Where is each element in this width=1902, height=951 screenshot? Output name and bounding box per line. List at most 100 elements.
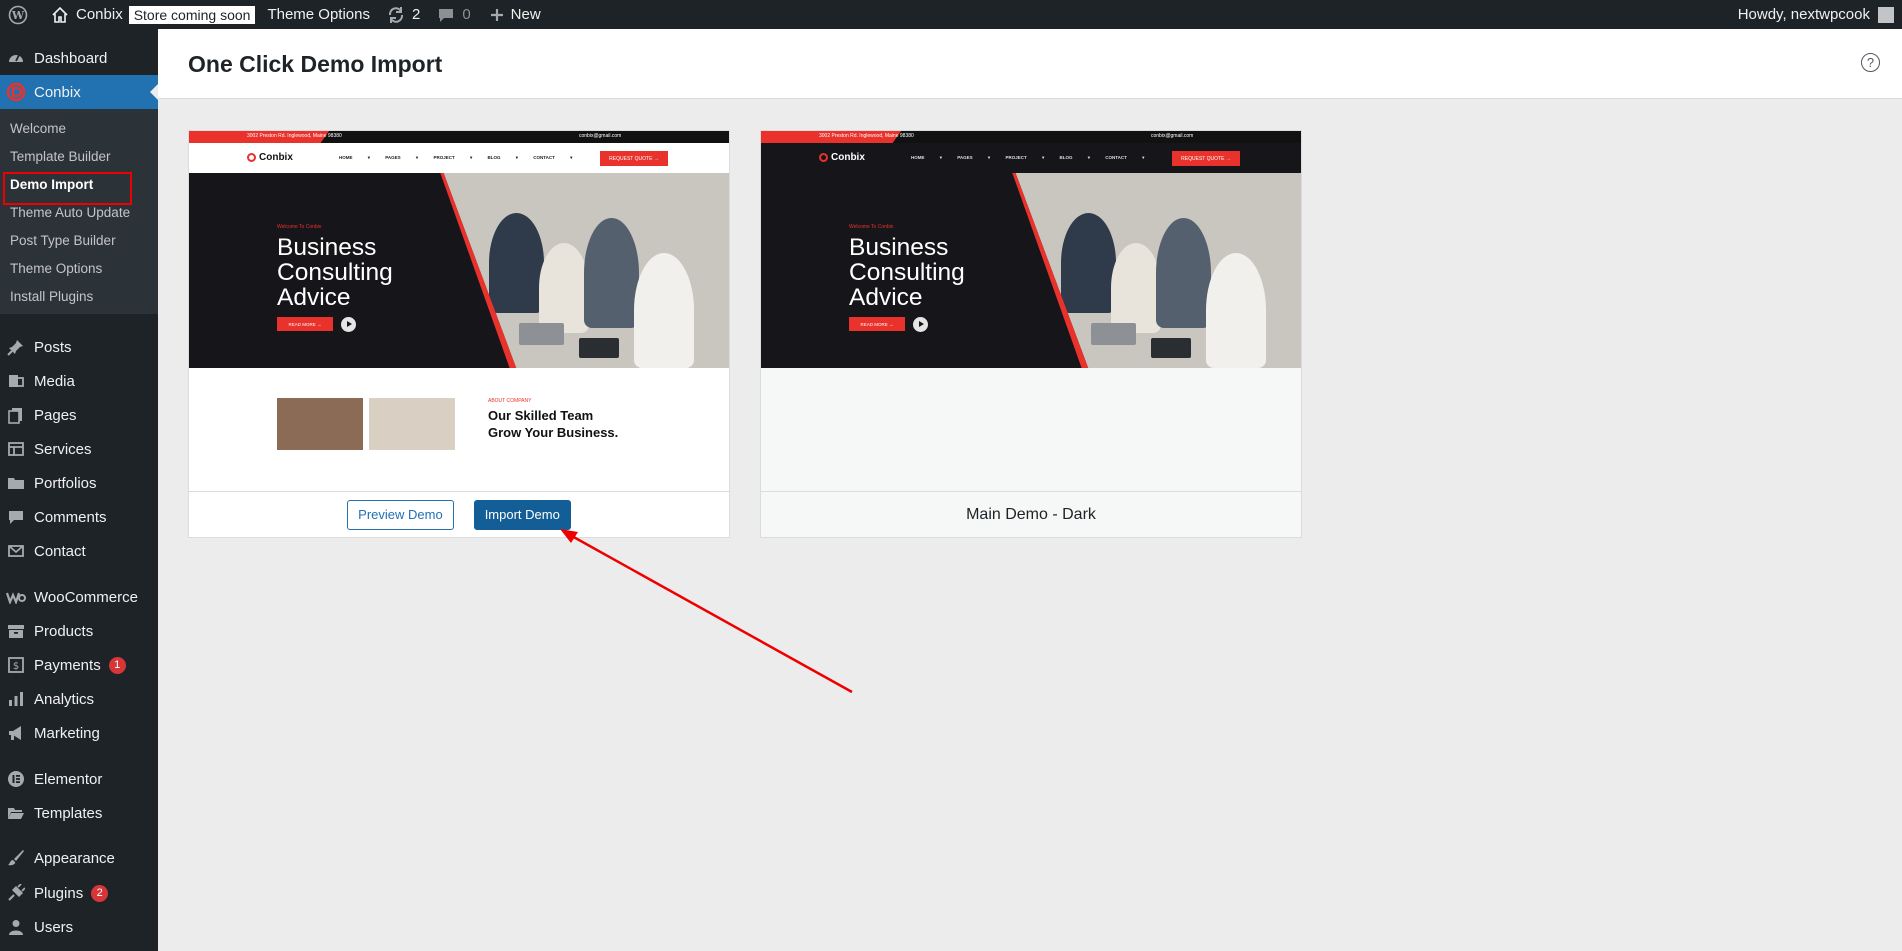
wordpress-logo-icon: W: [8, 5, 28, 25]
preview-headline: Business Consulting Advice: [277, 234, 393, 311]
submenu-theme-options[interactable]: Theme Options: [10, 261, 102, 276]
demo-preview-screenshot: 3002 Preston Rd. Inglewood, Maine 98380 …: [761, 131, 1301, 491]
menu-users[interactable]: Users: [0, 910, 158, 944]
menu-elementor[interactable]: Elementor: [0, 762, 158, 796]
preview-top-strip: 3002 Preston Rd. Inglewood, Maine 98380 …: [189, 131, 729, 143]
page-title: One Click Demo Import: [188, 51, 443, 77]
dollar-card-icon: $: [6, 655, 26, 675]
demo-card-actions: Preview Demo Import Demo: [189, 491, 729, 537]
bar-chart-icon: [6, 689, 26, 709]
new-label: New: [510, 6, 541, 23]
preview-nav-links: HOME ▾ PAGES ▾ PROJECT ▾ BLOG ▾ CONTACT …: [339, 155, 573, 160]
preview-welcome: Welcome To Conbix: [277, 224, 322, 230]
menu-label: Appearance: [34, 849, 115, 867]
menu-portfolios[interactable]: Portfolios: [0, 466, 158, 500]
help-icon[interactable]: ?: [1861, 53, 1880, 72]
comments-count: 0: [462, 6, 471, 23]
submenu-welcome[interactable]: Welcome: [10, 121, 66, 136]
dashboard-gauge-icon: [6, 48, 26, 68]
menu-label: Pages: [34, 406, 77, 424]
site-name: Conbix: [76, 6, 123, 23]
preview-nav-links: HOME ▾ PAGES ▾ PROJECT ▾ BLOG ▾ CONTACT …: [911, 155, 1145, 160]
preview-email: conbix@gmail.com: [1151, 133, 1194, 139]
menu-contact[interactable]: Contact: [0, 534, 158, 568]
new-content-menu[interactable]: New: [479, 0, 549, 29]
menu-conbix[interactable]: Conbix: [0, 75, 158, 109]
demo-import-highlight: [3, 172, 132, 205]
plug-icon: [6, 883, 26, 903]
wp-logo-menu[interactable]: W: [0, 0, 42, 29]
pages-icon: [6, 405, 26, 425]
menu-products[interactable]: Products: [0, 614, 158, 648]
menu-label: Posts: [34, 338, 72, 356]
play-icon: [341, 317, 356, 332]
menu-label: Plugins: [34, 884, 84, 902]
megaphone-icon: [6, 723, 26, 743]
submenu-theme-auto-update[interactable]: Theme Auto Update: [10, 205, 130, 220]
menu-services[interactable]: Services: [0, 432, 158, 466]
menu-label: Services: [34, 440, 92, 458]
preview-read-more: READ MORE →: [277, 317, 333, 331]
menu-label: Marketing: [34, 724, 100, 742]
menu-label: Products: [34, 622, 94, 640]
site-name-menu[interactable]: Conbix Store coming soon: [42, 0, 267, 29]
theme-options-label: Theme Options: [267, 6, 370, 23]
home-icon: [50, 5, 70, 25]
comment-bubble-icon: [6, 507, 26, 527]
conbix-submenu: Welcome Template Builder Demo Import The…: [0, 109, 158, 314]
svg-text:$: $: [13, 661, 19, 672]
payments-count-badge: 1: [108, 656, 126, 674]
submenu-post-type-builder[interactable]: Post Type Builder: [10, 233, 116, 248]
my-account-menu[interactable]: Howdy, nextwpcook: [1730, 0, 1902, 29]
menu-label: Users: [34, 918, 74, 936]
preview-demo-button[interactable]: Preview Demo: [347, 499, 454, 530]
menu-comments[interactable]: Comments: [0, 500, 158, 534]
menu-label: Dashboard: [34, 49, 108, 67]
updates-link[interactable]: 2: [378, 0, 428, 29]
menu-label: Contact: [34, 542, 86, 560]
demo-preview-screenshot: 3002 Preston Rd. Inglewood, Maine 98380 …: [189, 131, 729, 491]
menu-pages[interactable]: Pages: [0, 398, 158, 432]
menu-media[interactable]: Media: [0, 364, 158, 398]
admin-bar: W Conbix Store coming soon Theme Options…: [0, 0, 1902, 29]
preview-about-headline: Our Skilled Team Grow Your Business.: [488, 408, 619, 440]
user-icon: [6, 917, 26, 937]
submenu-template-builder[interactable]: Template Builder: [10, 149, 111, 164]
preview-quote-button: REQUEST QUOTE →: [600, 151, 668, 166]
comments-link[interactable]: 0: [428, 0, 478, 29]
preview-about-section: ABOUT COMPANY Our Skilled Team Grow Your…: [189, 368, 729, 491]
demo-card-name-bar: Main Demo - Dark: [761, 491, 1301, 537]
menu-plugins[interactable]: Plugins 2: [0, 876, 158, 910]
menu-analytics[interactable]: Analytics: [0, 682, 158, 716]
updates-count: 2: [411, 6, 421, 23]
avatar: [1878, 6, 1894, 23]
store-status-badge[interactable]: Store coming soon: [128, 5, 256, 24]
menu-appearance[interactable]: Appearance: [0, 841, 158, 875]
theme-options-link[interactable]: Theme Options: [267, 0, 378, 29]
menu-label: Elementor: [34, 770, 103, 788]
import-demo-button[interactable]: Import Demo: [473, 499, 571, 530]
paintbrush-icon: [6, 848, 26, 868]
preview-headline: Business Consulting Advice: [849, 234, 965, 311]
play-icon: [913, 317, 928, 332]
preview-blank-area: [761, 368, 1301, 491]
media-icon: [6, 371, 26, 391]
team-thumbnail: [277, 398, 363, 450]
menu-posts[interactable]: Posts: [0, 330, 158, 364]
menu-woocommerce[interactable]: WooCommerce: [0, 580, 158, 614]
preview-address: 3002 Preston Rd. Inglewood, Maine 98380: [247, 133, 342, 139]
preview-about-tag: ABOUT COMPANY: [488, 398, 532, 404]
menu-dashboard[interactable]: Dashboard: [0, 41, 158, 75]
svg-text:W: W: [11, 9, 25, 22]
menu-label: Media: [34, 372, 75, 390]
preview-navbar: Conbix HOME ▾ PAGES ▾ PROJECT ▾ BLOG ▾ C…: [761, 143, 1301, 173]
submenu-install-plugins[interactable]: Install Plugins: [10, 289, 93, 304]
demo-card-light: 3002 Preston Rd. Inglewood, Maine 98380 …: [188, 130, 730, 538]
preview-hero: Welcome To Conbix Business Consulting Ad…: [761, 173, 1301, 368]
preview-email: conbix@gmail.com: [579, 133, 622, 139]
menu-marketing[interactable]: Marketing: [0, 716, 158, 750]
plugins-count-badge: 2: [91, 884, 109, 902]
menu-templates[interactable]: Templates: [0, 796, 158, 830]
menu-payments[interactable]: $ Payments 1: [0, 648, 158, 682]
woocommerce-icon: [6, 587, 26, 607]
